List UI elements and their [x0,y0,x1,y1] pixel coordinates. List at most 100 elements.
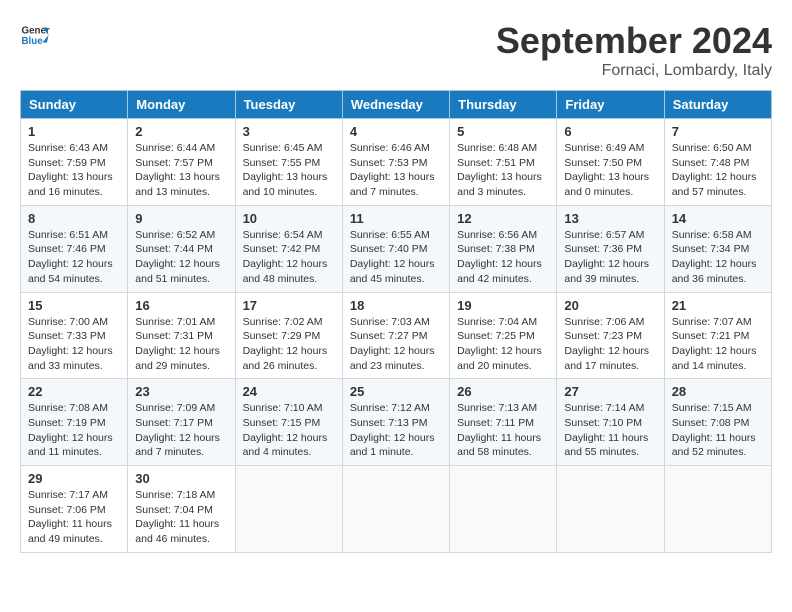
cell-info: Sunrise: 7:01 AMSunset: 7:31 PMDaylight:… [135,316,220,372]
cell-info: Sunrise: 7:02 AMSunset: 7:29 PMDaylight:… [243,316,328,372]
cell-info: Sunrise: 7:07 AMSunset: 7:21 PMDaylight:… [672,316,757,372]
calendar-cell: 30 Sunrise: 7:18 AMSunset: 7:04 PMDayligh… [128,466,235,553]
calendar-cell: 22 Sunrise: 7:08 AMSunset: 7:19 PMDayligh… [21,379,128,466]
cell-info: Sunrise: 7:10 AMSunset: 7:15 PMDaylight:… [243,402,328,458]
calendar-cell: 29Sunrise: 7:17 AMSunset: 7:06 PMDayligh… [21,466,128,553]
header-thursday: Thursday [450,91,557,119]
cell-info: Sunrise: 6:43 AMSunset: 7:59 PMDaylight:… [28,142,113,198]
day-number: 15 [28,298,120,313]
calendar-cell: 11Sunrise: 6:55 AMSunset: 7:40 PMDayligh… [342,205,449,292]
cell-info: Sunrise: 6:58 AMSunset: 7:34 PMDaylight:… [672,229,757,285]
calendar-cell: 12Sunrise: 6:56 AMSunset: 7:38 PMDayligh… [450,205,557,292]
day-number: 13 [564,211,656,226]
day-number: 1 [28,124,120,139]
header-friday: Friday [557,91,664,119]
calendar-cell: 24 Sunrise: 7:10 AMSunset: 7:15 PMDayligh… [235,379,342,466]
cell-info: Sunrise: 7:06 AMSunset: 7:23 PMDaylight:… [564,316,649,372]
day-number: 27 [564,384,656,399]
calendar-cell: 15 Sunrise: 7:00 AMSunset: 7:33 PMDayligh… [21,292,128,379]
day-number: 30 [135,471,227,486]
cell-info: Sunrise: 7:13 AMSunset: 7:11 PMDaylight:… [457,402,541,458]
calendar-cell: 16 Sunrise: 7:01 AMSunset: 7:31 PMDayligh… [128,292,235,379]
logo-icon: General Blue [20,20,50,50]
day-number: 18 [350,298,442,313]
calendar-cell: 14Sunrise: 6:58 AMSunset: 7:34 PMDayligh… [664,205,771,292]
day-number: 10 [243,211,335,226]
day-number: 17 [243,298,335,313]
cell-info: Sunrise: 6:52 AMSunset: 7:44 PMDaylight:… [135,229,220,285]
cell-info: Sunrise: 7:15 AMSunset: 7:08 PMDaylight:… [672,402,756,458]
calendar-cell [664,466,771,553]
day-number: 29 [28,471,120,486]
day-number: 21 [672,298,764,313]
header-saturday: Saturday [664,91,771,119]
calendar-cell: 4Sunrise: 6:46 AMSunset: 7:53 PMDaylight… [342,119,449,206]
calendar-cell: 2Sunrise: 6:44 AMSunset: 7:57 PMDaylight… [128,119,235,206]
calendar-cell: 19 Sunrise: 7:04 AMSunset: 7:25 PMDayligh… [450,292,557,379]
logo: General Blue [20,20,50,50]
calendar-cell: 23Sunrise: 7:09 AMSunset: 7:17 PMDayligh… [128,379,235,466]
cell-info: Sunrise: 6:50 AMSunset: 7:48 PMDaylight:… [672,142,757,198]
calendar-cell: 13 Sunrise: 6:57 AMSunset: 7:36 PMDayligh… [557,205,664,292]
calendar-week-2: 8 Sunrise: 6:51 AMSunset: 7:46 PMDaylight… [21,205,772,292]
cell-info: Sunrise: 7:04 AMSunset: 7:25 PMDaylight:… [457,316,542,372]
day-number: 24 [243,384,335,399]
calendar-cell: 7 Sunrise: 6:50 AMSunset: 7:48 PMDaylight… [664,119,771,206]
day-number: 6 [564,124,656,139]
calendar-cell: 17 Sunrise: 7:02 AMSunset: 7:29 PMDayligh… [235,292,342,379]
cell-info: Sunrise: 6:45 AMSunset: 7:55 PMDaylight:… [243,142,328,198]
calendar-cell: 10 Sunrise: 6:54 AMSunset: 7:42 PMDayligh… [235,205,342,292]
cell-info: Sunrise: 6:56 AMSunset: 7:38 PMDaylight:… [457,229,542,285]
cell-info: Sunrise: 6:49 AMSunset: 7:50 PMDaylight:… [564,142,649,198]
calendar-cell: 9Sunrise: 6:52 AMSunset: 7:44 PMDaylight… [128,205,235,292]
calendar-cell: 1 Sunrise: 6:43 AMSunset: 7:59 PMDaylight… [21,119,128,206]
cell-info: Sunrise: 6:54 AMSunset: 7:42 PMDaylight:… [243,229,328,285]
day-number: 3 [243,124,335,139]
calendar-cell: 26 Sunrise: 7:13 AMSunset: 7:11 PMDayligh… [450,379,557,466]
header-sunday: Sunday [21,91,128,119]
calendar-header-row: SundayMondayTuesdayWednesdayThursdayFrid… [21,91,772,119]
title-block: September 2024 Fornaci, Lombardy, Italy [496,20,772,80]
cell-info: Sunrise: 7:00 AMSunset: 7:33 PMDaylight:… [28,316,113,372]
calendar-cell [557,466,664,553]
cell-info: Sunrise: 7:12 AMSunset: 7:13 PMDaylight:… [350,402,435,458]
cell-info: Sunrise: 7:08 AMSunset: 7:19 PMDaylight:… [28,402,113,458]
cell-info: Sunrise: 7:03 AMSunset: 7:27 PMDaylight:… [350,316,435,372]
calendar-cell: 25Sunrise: 7:12 AMSunset: 7:13 PMDayligh… [342,379,449,466]
calendar-cell: 28 Sunrise: 7:15 AMSunset: 7:08 PMDayligh… [664,379,771,466]
day-number: 8 [28,211,120,226]
cell-info: Sunrise: 6:44 AMSunset: 7:57 PMDaylight:… [135,142,220,198]
header-monday: Monday [128,91,235,119]
calendar-cell [342,466,449,553]
calendar-cell: 8 Sunrise: 6:51 AMSunset: 7:46 PMDaylight… [21,205,128,292]
calendar-cell: 5 Sunrise: 6:48 AMSunset: 7:51 PMDaylight… [450,119,557,206]
month-year-title: September 2024 [496,20,772,62]
cell-info: Sunrise: 7:09 AMSunset: 7:17 PMDaylight:… [135,402,220,458]
calendar-cell: 27 Sunrise: 7:14 AMSunset: 7:10 PMDayligh… [557,379,664,466]
day-number: 7 [672,124,764,139]
day-number: 5 [457,124,549,139]
cell-info: Sunrise: 6:55 AMSunset: 7:40 PMDaylight:… [350,229,435,285]
calendar-table: SundayMondayTuesdayWednesdayThursdayFrid… [20,90,772,553]
location-subtitle: Fornaci, Lombardy, Italy [496,62,772,80]
header-wednesday: Wednesday [342,91,449,119]
cell-info: Sunrise: 7:18 AMSunset: 7:04 PMDaylight:… [135,489,219,545]
cell-info: Sunrise: 6:46 AMSunset: 7:53 PMDaylight:… [350,142,435,198]
day-number: 22 [28,384,120,399]
calendar-week-3: 15 Sunrise: 7:00 AMSunset: 7:33 PMDayligh… [21,292,772,379]
cell-info: Sunrise: 6:57 AMSunset: 7:36 PMDaylight:… [564,229,649,285]
cell-info: Sunrise: 6:48 AMSunset: 7:51 PMDaylight:… [457,142,542,198]
svg-text:Blue: Blue [22,36,44,47]
cell-info: Sunrise: 6:51 AMSunset: 7:46 PMDaylight:… [28,229,113,285]
header-tuesday: Tuesday [235,91,342,119]
cell-info: Sunrise: 7:14 AMSunset: 7:10 PMDaylight:… [564,402,648,458]
day-number: 16 [135,298,227,313]
day-number: 20 [564,298,656,313]
calendar-cell: 6 Sunrise: 6:49 AMSunset: 7:50 PMDaylight… [557,119,664,206]
day-number: 26 [457,384,549,399]
day-number: 19 [457,298,549,313]
calendar-week-1: 1 Sunrise: 6:43 AMSunset: 7:59 PMDaylight… [21,119,772,206]
calendar-cell: 21 Sunrise: 7:07 AMSunset: 7:21 PMDayligh… [664,292,771,379]
calendar-week-4: 22 Sunrise: 7:08 AMSunset: 7:19 PMDayligh… [21,379,772,466]
day-number: 28 [672,384,764,399]
